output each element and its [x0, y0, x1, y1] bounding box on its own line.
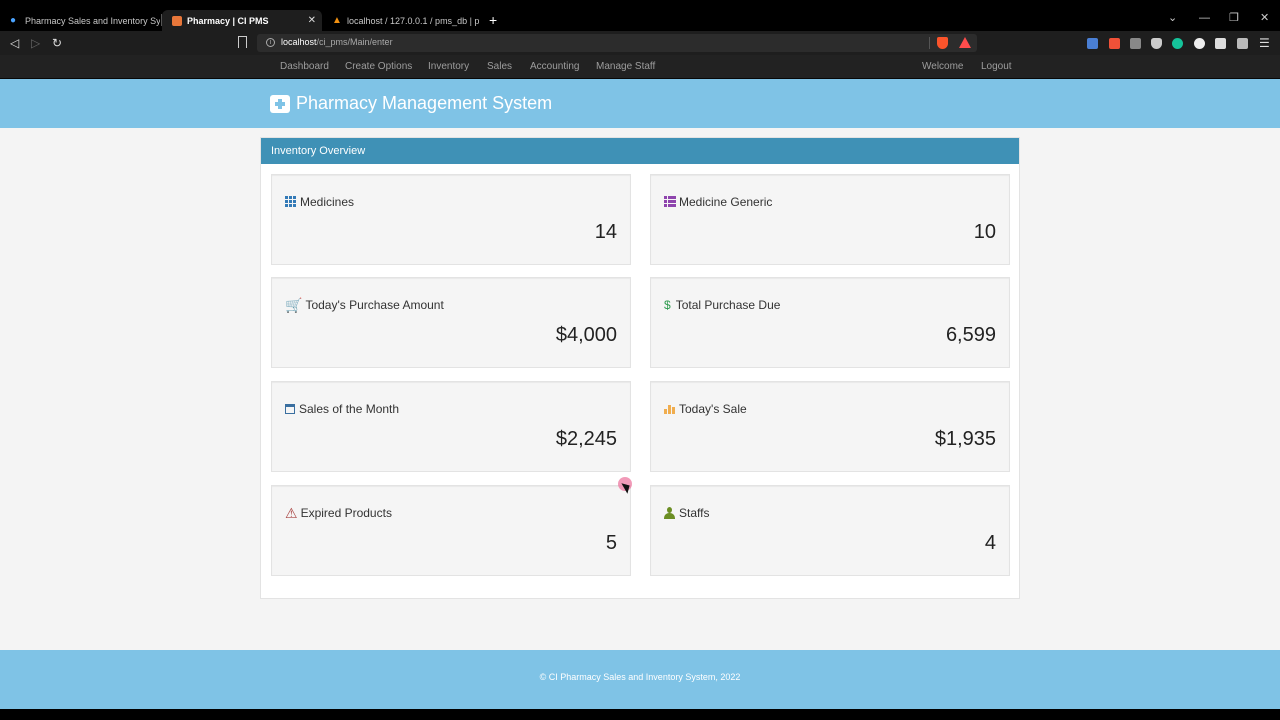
tab-pharmacy-sales[interactable]: ● Pharmacy Sales and Inventory System	[0, 10, 160, 31]
brave-shields-icon[interactable]	[937, 37, 948, 49]
grid-icon	[285, 196, 297, 208]
close-window-icon[interactable]: ✕	[1260, 13, 1269, 24]
nav-manage-staff[interactable]: Manage Staff	[596, 61, 655, 72]
card-expired-products[interactable]: ⚠ Expired Products 5	[271, 485, 631, 576]
card-total-purchase-due[interactable]: $ Total Purchase Due 6,599	[650, 277, 1010, 368]
stats-icon	[664, 403, 676, 415]
menu-icon[interactable]: ☰	[1259, 36, 1270, 50]
bookmark-icon[interactable]	[238, 36, 247, 48]
tab-pharmacy-ci-pms[interactable]: Pharmacy | CI PMS ✕	[162, 10, 322, 31]
card-label: Sales of the Month	[299, 402, 400, 416]
card-value: $4,000	[555, 324, 617, 346]
medkit-icon	[270, 94, 290, 113]
tab-search-icon[interactable]: ⌄	[1168, 13, 1177, 24]
nav-create-options[interactable]: Create Options	[345, 61, 412, 72]
card-label: Medicines	[300, 195, 355, 209]
warning-icon: ⚠	[285, 505, 298, 521]
card-sales-of-the-month[interactable]: Sales of the Month $2,245	[271, 381, 631, 472]
page-title: Pharmacy Management System	[296, 93, 553, 113]
card-medicine-generic[interactable]: Medicine Generic 10	[650, 174, 1010, 265]
brave-rewards-icon[interactable]	[959, 37, 971, 48]
back-icon[interactable]: ◁	[10, 36, 19, 50]
forward-icon[interactable]: ▷	[31, 36, 40, 50]
wallet-icon[interactable]	[1237, 38, 1248, 49]
nav-dashboard[interactable]: Dashboard	[280, 61, 329, 72]
inventory-overview-panel: Inventory Overview Medicines 14 Medicine…	[260, 137, 1020, 599]
copyright-text: © CI Pharmacy Sales and Inventory System…	[539, 672, 741, 682]
browser-window: ● Pharmacy Sales and Inventory System Ph…	[0, 0, 1280, 720]
reload-icon[interactable]: ↻	[52, 36, 62, 50]
address-bar-row: ◁ ▷ ↻ i localhost/ci_pms/Main/enter ☰	[0, 31, 1280, 55]
card-label: Total Purchase Due	[675, 298, 781, 312]
brand[interactable]: Pharmacy Management System	[270, 93, 552, 114]
new-tab-button[interactable]: +	[489, 13, 497, 27]
card-value: $2,245	[555, 428, 617, 450]
card-value: 5	[605, 532, 617, 554]
user-icon	[664, 507, 675, 519]
close-tab-icon[interactable]: ✕	[308, 15, 316, 26]
site-favicon-icon	[172, 15, 182, 26]
panel-heading: Inventory Overview	[261, 138, 1019, 164]
card-label: Today's Purchase Amount	[305, 298, 444, 312]
minimize-icon[interactable]: —	[1199, 13, 1210, 24]
site-info-icon[interactable]: i	[266, 38, 275, 47]
tab-bar: ● Pharmacy Sales and Inventory System Ph…	[0, 0, 1280, 31]
swift-icon[interactable]	[1109, 38, 1120, 49]
card-value: $1,935	[934, 428, 996, 450]
url-bar[interactable]: i localhost/ci_pms/Main/enter	[257, 34, 977, 52]
tab-title: Pharmacy Sales and Inventory System	[25, 15, 160, 26]
tab-title: localhost / 127.0.0.1 / pms_db | phpMyAd…	[347, 15, 480, 26]
nav-welcome[interactable]: Welcome	[922, 61, 964, 72]
card-staffs[interactable]: Staffs 4	[650, 485, 1010, 576]
nav-logout[interactable]: Logout	[981, 61, 1012, 72]
tab-phpmyadmin[interactable]: ▲ localhost / 127.0.0.1 / pms_db | phpMy…	[322, 10, 480, 31]
card-label: Expired Products	[300, 506, 392, 520]
card-value: 14	[594, 221, 617, 243]
tab-title: Pharmacy | CI PMS	[187, 15, 269, 26]
card-label: Medicine Generic	[679, 195, 773, 209]
page-header: Pharmacy Management System	[0, 79, 1280, 128]
list-icon	[664, 196, 676, 208]
drop-icon: ●	[10, 14, 17, 26]
card-value: 6,599	[945, 324, 996, 346]
cart-icon: 🛒	[285, 297, 303, 313]
calendar-icon	[285, 404, 295, 414]
card-label: Today's Sale	[679, 402, 747, 416]
card-label: Staffs	[679, 506, 710, 520]
extensions-icon[interactable]	[1215, 38, 1226, 49]
phpmyadmin-icon: ▲	[332, 14, 342, 26]
app-navbar: Dashboard Create Options Inventory Sales…	[0, 55, 1280, 79]
card-medicines[interactable]: Medicines 14	[271, 174, 631, 265]
card-value: 4	[984, 532, 996, 554]
restore-icon[interactable]: ❐	[1229, 13, 1239, 24]
page-footer: © CI Pharmacy Sales and Inventory System…	[0, 650, 1280, 709]
card-todays-sale[interactable]: Today's Sale $1,935	[650, 381, 1010, 472]
nav-inventory[interactable]: Inventory	[428, 61, 469, 72]
card-todays-purchase-amount[interactable]: 🛒 Today's Purchase Amount $4,000	[271, 277, 631, 368]
card-value: 10	[973, 221, 996, 243]
shield-ext-icon[interactable]	[1151, 38, 1162, 49]
translate-icon[interactable]	[1087, 38, 1098, 49]
camera-icon[interactable]	[1130, 38, 1141, 49]
nav-sales[interactable]: Sales	[487, 61, 512, 72]
nav-accounting[interactable]: Accounting	[530, 61, 579, 72]
grammarly-icon[interactable]	[1172, 38, 1183, 49]
dollar-icon: $	[664, 298, 671, 312]
dark-mode-icon[interactable]	[1194, 38, 1205, 49]
url-text[interactable]: localhost/ci_pms/Main/enter	[281, 37, 393, 47]
